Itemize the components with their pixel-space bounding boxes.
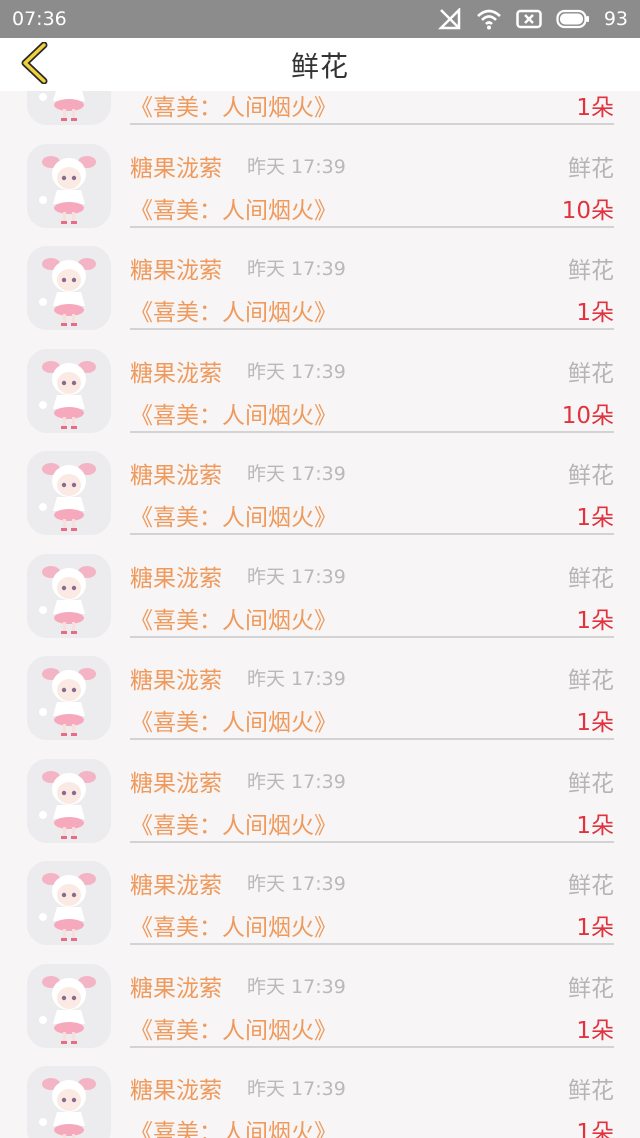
gift-time: 昨天 17:39 — [247, 360, 346, 383]
gift-count: 10朵 — [561, 197, 614, 224]
gift-list-item[interactable]: 糖果泷萦 昨天 17:39 鲜花 《喜美：人间烟火》 1朵 — [0, 946, 640, 1049]
sender-name[interactable]: 糖果泷萦 — [130, 764, 222, 798]
gift-list-item[interactable]: 糖果泷萦 昨天 17:39 鲜花 《喜美：人间烟火》 1朵 — [0, 638, 640, 741]
avatar[interactable] — [27, 143, 111, 228]
gift-time: 昨天 17:39 — [247, 668, 346, 690]
gift-count: 1朵 — [576, 95, 614, 121]
gift-list-item[interactable]: 糖果泷萦 昨天 17:39 鲜花 《喜美：人间烟火》 1朵 — [0, 433, 640, 536]
gift-row-body: 糖果泷萦 昨天 17:39 鲜花 《喜美：人间烟火》 1朵 — [130, 228, 614, 330]
gift-type: 鲜花 — [568, 1078, 614, 1104]
work-title-link[interactable]: 《喜美：人间烟火》 — [130, 806, 337, 840]
avatar[interactable] — [27, 348, 111, 433]
gift-type: 鲜花 — [568, 155, 614, 182]
gift-count: 1朵 — [576, 505, 614, 531]
gift-list-item[interactable]: 糖果泷萦 昨天 17:39 鲜花 《喜美：人间烟火》 1朵 — [0, 228, 640, 331]
battery-icon — [556, 9, 590, 29]
gift-type: 鲜花 — [568, 668, 614, 694]
gift-count: 1朵 — [576, 1017, 614, 1044]
work-title-link[interactable]: 《喜美：人间烟火》 — [130, 1113, 337, 1138]
avatar[interactable] — [27, 1066, 111, 1138]
battery-level: 93 — [603, 8, 628, 30]
avatar[interactable] — [27, 861, 111, 945]
gift-count: 1朵 — [576, 300, 614, 326]
gift-list-item[interactable]: 糖果泷萦 昨天 17:39 鲜花 《喜美：人间烟火》 1朵 — [0, 1048, 640, 1138]
sender-name[interactable]: 糖果泷萦 — [130, 661, 222, 695]
gift-time: 昨天 17:39 — [247, 770, 346, 793]
sender-name[interactable]: 糖果泷萦 — [130, 1071, 222, 1105]
work-title-link[interactable]: 《喜美：人间烟火》 — [130, 703, 337, 737]
sender-name[interactable]: 糖果泷萦 — [130, 149, 222, 183]
gift-list-item[interactable]: 糖果泷萦 昨天 17:39 鲜花 《喜美：人间烟火》 1朵 — [0, 843, 640, 946]
status-time: 07:36 — [12, 8, 67, 30]
work-title-link[interactable]: 《喜美：人间烟火》 — [130, 1011, 337, 1045]
gift-row-body: 《喜美：人间烟火》 1朵 — [130, 91, 614, 125]
gift-type: 鲜花 — [568, 360, 614, 387]
sender-name[interactable]: 糖果泷萦 — [130, 559, 222, 593]
no-sim-icon — [437, 8, 462, 30]
gift-count: 1朵 — [576, 915, 614, 941]
gift-list-item[interactable]: 糖果泷萦 昨天 17:39 鲜花 《喜美：人间烟火》 10朵 — [0, 126, 640, 229]
gift-count: 1朵 — [576, 812, 614, 839]
page-title: 鲜花 — [290, 49, 349, 83]
gift-row-body: 糖果泷萦 昨天 17:39 鲜花 《喜美：人间烟火》 1朵 — [130, 1048, 614, 1138]
wifi-icon — [476, 8, 502, 30]
avatar[interactable] — [27, 246, 111, 330]
work-title-link[interactable]: 《喜美：人间烟火》 — [130, 91, 337, 122]
gift-row-body: 糖果泷萦 昨天 17:39 鲜花 《喜美：人间烟火》 1朵 — [130, 433, 614, 535]
gift-count: 1朵 — [576, 607, 614, 634]
gift-type: 鲜花 — [568, 565, 614, 592]
gift-row-body: 糖果泷萦 昨天 17:39 鲜花 《喜美：人间烟火》 10朵 — [130, 331, 614, 433]
gift-list-viewport[interactable]: 《喜美：人间烟火》 1朵 糖果泷萦 昨天 17:39 鲜花 《喜美：人间烟火》 … — [0, 91, 640, 1138]
gift-type: 鲜花 — [568, 463, 614, 489]
chevron-left-icon — [19, 41, 49, 88]
gift-type: 鲜花 — [568, 770, 614, 797]
gift-time: 昨天 17:39 — [247, 975, 346, 998]
gift-type: 鲜花 — [568, 975, 614, 1002]
gift-time: 昨天 17:39 — [247, 258, 346, 280]
gift-time: 昨天 17:39 — [247, 1078, 346, 1100]
avatar[interactable] — [27, 553, 111, 638]
work-title-link[interactable]: 《喜美：人间烟火》 — [130, 396, 337, 430]
work-title-link[interactable]: 《喜美：人间烟火》 — [130, 601, 337, 635]
gift-count: 1朵 — [576, 1120, 614, 1138]
sim-error-icon — [516, 9, 542, 29]
gift-list-item[interactable]: 《喜美：人间烟火》 1朵 — [0, 91, 640, 126]
gift-row-body: 糖果泷萦 昨天 17:39 鲜花 《喜美：人间烟火》 1朵 — [130, 536, 614, 638]
gift-count: 1朵 — [576, 710, 614, 736]
avatar[interactable] — [27, 451, 111, 535]
work-title-link[interactable]: 《喜美：人间烟火》 — [130, 191, 337, 225]
gift-row-body: 糖果泷萦 昨天 17:39 鲜花 《喜美：人间烟火》 1朵 — [130, 741, 614, 843]
gift-list: 《喜美：人间烟火》 1朵 糖果泷萦 昨天 17:39 鲜花 《喜美：人间烟火》 … — [0, 91, 640, 1138]
gift-list-item[interactable]: 糖果泷萦 昨天 17:39 鲜花 《喜美：人间烟火》 1朵 — [0, 741, 640, 844]
sender-name[interactable]: 糖果泷萦 — [130, 354, 222, 388]
gift-row-body: 糖果泷萦 昨天 17:39 鲜花 《喜美：人间烟火》 1朵 — [130, 946, 614, 1048]
gift-time: 昨天 17:39 — [247, 565, 346, 588]
avatar[interactable] — [27, 963, 111, 1048]
gift-time: 昨天 17:39 — [247, 873, 346, 895]
status-icons: 93 — [437, 8, 628, 30]
avatar[interactable] — [27, 656, 111, 740]
work-title-link[interactable]: 《喜美：人间烟火》 — [130, 293, 337, 327]
sender-name[interactable]: 糖果泷萦 — [130, 866, 222, 900]
work-title-link[interactable]: 《喜美：人间烟火》 — [130, 908, 337, 942]
gift-type: 鲜花 — [568, 873, 614, 899]
gift-time: 昨天 17:39 — [247, 155, 346, 178]
gift-list-item[interactable]: 糖果泷萦 昨天 17:39 鲜花 《喜美：人间烟火》 10朵 — [0, 331, 640, 434]
gift-count: 10朵 — [561, 402, 614, 429]
sender-name[interactable]: 糖果泷萦 — [130, 251, 222, 285]
gift-list-item[interactable]: 糖果泷萦 昨天 17:39 鲜花 《喜美：人间烟火》 1朵 — [0, 536, 640, 639]
sender-name[interactable]: 糖果泷萦 — [130, 456, 222, 490]
avatar[interactable] — [27, 758, 111, 843]
gift-row-body: 糖果泷萦 昨天 17:39 鲜花 《喜美：人间烟火》 1朵 — [130, 843, 614, 945]
gift-row-body: 糖果泷萦 昨天 17:39 鲜花 《喜美：人间烟火》 1朵 — [130, 638, 614, 740]
avatar[interactable] — [27, 91, 111, 125]
back-button[interactable] — [12, 41, 56, 88]
gift-type: 鲜花 — [568, 258, 614, 284]
gift-row-body: 糖果泷萦 昨天 17:39 鲜花 《喜美：人间烟火》 10朵 — [130, 126, 614, 228]
nav-bar: 鲜花 — [0, 38, 640, 91]
gift-time: 昨天 17:39 — [247, 463, 346, 485]
work-title-link[interactable]: 《喜美：人间烟火》 — [130, 498, 337, 532]
status-bar: 07:36 93 — [0, 0, 640, 38]
sender-name[interactable]: 糖果泷萦 — [130, 969, 222, 1003]
